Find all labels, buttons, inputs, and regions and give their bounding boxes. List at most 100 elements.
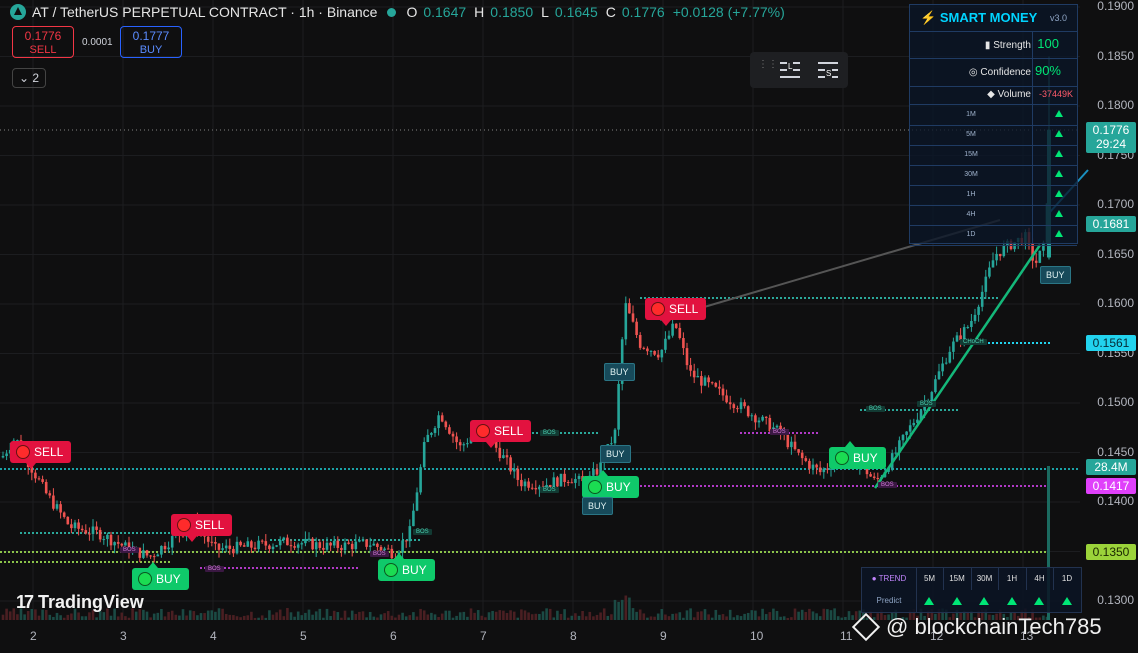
buy-signal[interactable]: BUY: [829, 441, 886, 469]
sell-signal[interactable]: SELL: [470, 420, 532, 448]
last-price: 0.1776: [1092, 123, 1130, 137]
volume-bar: [822, 608, 826, 620]
sell-signal[interactable]: SELL: [171, 514, 233, 542]
indicators-toggle-button[interactable]: ⌄ 2: [12, 68, 46, 88]
signal-label: BUY: [853, 451, 878, 465]
volume-bar: [228, 614, 232, 620]
signal-label: SELL: [669, 302, 699, 316]
candle-body: [404, 540, 408, 542]
volume-bar: [178, 615, 181, 620]
candle-body: [613, 429, 617, 444]
volume-bar: [149, 617, 152, 620]
sell-label: SELL: [29, 44, 57, 56]
candle-body: [718, 386, 721, 389]
candle-body: [242, 545, 246, 547]
tradingview-logo[interactable]: 17 TradingView: [16, 592, 144, 613]
volume-bar: [840, 617, 844, 620]
bos-label: BOS: [120, 547, 139, 553]
candle-body: [293, 546, 296, 548]
candle-body: [365, 539, 368, 547]
volume-bar: [383, 613, 386, 620]
signal-label: SELL: [195, 518, 225, 532]
candle-body: [624, 303, 628, 340]
volume-bar: [5, 608, 8, 620]
short-position-button[interactable]: S: [816, 58, 840, 82]
volume-bar: [530, 614, 534, 620]
volume-bar: [224, 613, 228, 620]
volume-bar: [653, 616, 656, 620]
volume-bar: [692, 617, 696, 620]
sell-signal[interactable]: SELL: [10, 441, 72, 469]
volume-bar: [671, 613, 674, 620]
sell-price: 0.1776: [24, 29, 62, 43]
candle-body: [757, 420, 761, 423]
volume-bar: [332, 610, 336, 620]
candle-body: [700, 376, 703, 386]
candle-body: [408, 526, 412, 542]
trend-table: ● TREND 5M 15M 30M 1H 4H 1D Predict: [861, 567, 1082, 613]
buy-signal[interactable]: BUY: [582, 470, 639, 498]
volume-bar: [628, 597, 631, 620]
volume-bar: [340, 617, 343, 620]
volume-bar: [556, 610, 559, 620]
candle-body: [304, 538, 307, 544]
buy-marker-tag[interactable]: BUY: [582, 497, 613, 515]
drag-handle-icon[interactable]: ⋮⋮: [758, 60, 778, 78]
sell-button[interactable]: 0.1776 SELL: [12, 26, 74, 58]
candle-body: [808, 460, 811, 469]
candle-body: [764, 416, 768, 418]
sell-signal[interactable]: SELL: [645, 298, 707, 326]
candle-body: [790, 441, 793, 448]
volume-bar: [570, 615, 574, 620]
candle-body: [340, 547, 343, 551]
candle-body: [458, 442, 462, 446]
candle-body: [703, 377, 707, 386]
buy-marker-tag[interactable]: BUY: [604, 363, 635, 381]
buy-marker-tag[interactable]: BUY: [1040, 266, 1071, 284]
symbol-title[interactable]: AT / TetherUS PERPETUAL CONTRACT · 1h · …: [32, 4, 377, 20]
volume-bar: [509, 610, 512, 620]
candle-body: [908, 425, 912, 432]
candle-body: [552, 477, 556, 488]
candle-body: [332, 540, 336, 546]
price-axis-label: 0.1650: [1097, 246, 1134, 261]
high-value: 0.1850: [490, 4, 534, 20]
volume-bar: [282, 616, 286, 620]
smart-money-timeframe-row: 30M: [910, 165, 1077, 186]
volume-bar: [728, 609, 732, 620]
volume-bar: [300, 615, 304, 620]
volume-bar: [505, 613, 509, 620]
smart-money-title: ⚡ SMART MONEY: [920, 10, 1038, 25]
candle-body: [721, 388, 725, 396]
smart-money-timeframe-row: 5M: [910, 125, 1077, 146]
candle-body: [210, 541, 214, 543]
candle-body: [674, 323, 678, 328]
market-status-icon: [387, 7, 397, 17]
low-label: L: [541, 4, 549, 20]
volume-bar: [466, 616, 469, 620]
candle-body: [278, 539, 282, 546]
candle-body: [138, 547, 142, 558]
buy-marker-tag[interactable]: BUY: [600, 445, 631, 463]
buy-button[interactable]: 0.1777 BUY: [120, 26, 182, 58]
buy-signal[interactable]: BUY: [132, 562, 189, 590]
candle-body: [440, 415, 444, 422]
volume-bar: [127, 617, 131, 620]
volume-bar: [736, 615, 739, 620]
time-axis-label: 2: [30, 629, 37, 643]
buy-signal[interactable]: BUY: [378, 553, 435, 581]
volume-bar: [120, 612, 124, 620]
chart-stage[interactable]: AT / TetherUS PERPETUAL CONTRACT · 1h · …: [0, 0, 1138, 653]
candle-body: [743, 402, 746, 407]
candle-body: [289, 545, 293, 547]
volume-bar: [210, 610, 214, 620]
volume-bar: [682, 617, 685, 620]
candle-body: [390, 548, 394, 559]
long-position-button[interactable]: L: [778, 58, 802, 82]
timeframe-label: 15M: [964, 151, 978, 158]
candle-body: [98, 529, 102, 540]
volume-bar: [764, 614, 768, 620]
candle-body: [422, 442, 426, 468]
signal-dot-icon: [384, 563, 398, 577]
candle-body: [250, 541, 253, 548]
